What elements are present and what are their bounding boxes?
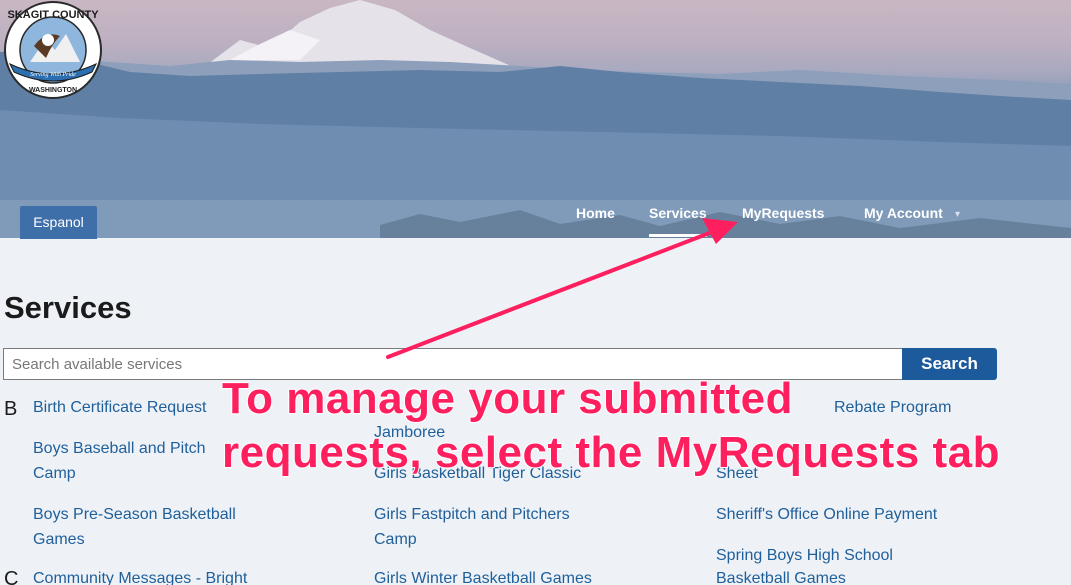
annotation-line-2: requests, select the MyRequests tab [221, 427, 1000, 478]
annotation-arrow-icon [386, 218, 738, 359]
annotation-line-1: To manage your submitted [221, 373, 794, 424]
